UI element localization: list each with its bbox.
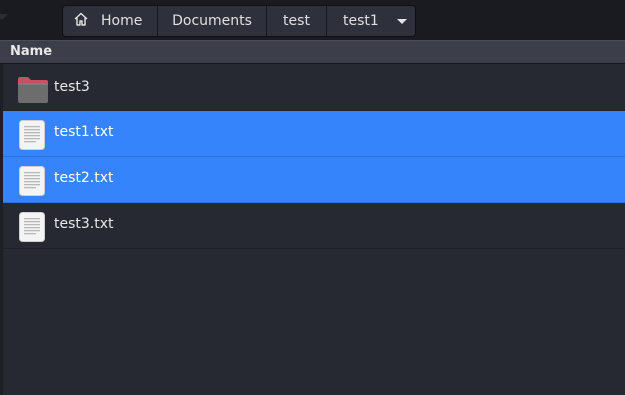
- column-header: Name: [0, 40, 625, 64]
- file-row-test3-txt[interactable]: test3.txt: [3, 203, 625, 249]
- breadcrumb-home[interactable]: Home: [63, 6, 158, 36]
- back-arrow-icon[interactable]: [0, 14, 8, 20]
- path-bar: Home Documents test test1: [62, 5, 416, 37]
- text-file-icon: [19, 212, 45, 246]
- breadcrumb-home-label: Home: [101, 13, 143, 29]
- breadcrumb-test-label: test: [283, 13, 310, 29]
- folder-icon: [17, 76, 49, 108]
- file-row-test3[interactable]: test3: [3, 66, 625, 111]
- header-bar: Home Documents test test1: [0, 0, 625, 40]
- name-column-header[interactable]: Name: [10, 44, 52, 59]
- file-list: test3 test1.txt test2.txt test3.txt: [3, 66, 625, 249]
- text-file-icon: [19, 166, 45, 200]
- file-row-test2-txt[interactable]: test2.txt: [3, 157, 625, 203]
- file-name: test1.txt: [54, 124, 114, 140]
- breadcrumb-test1[interactable]: test1: [327, 6, 415, 36]
- file-manager-window: Home Documents test test1 Name test3 tes…: [0, 0, 625, 395]
- breadcrumb-documents-label: Documents: [172, 13, 252, 29]
- breadcrumb-test1-label: test1: [343, 13, 379, 29]
- file-name: test3.txt: [54, 216, 114, 232]
- breadcrumb-documents[interactable]: Documents: [158, 6, 267, 36]
- text-file-icon: [19, 120, 45, 154]
- chevron-down-icon[interactable]: [396, 18, 407, 24]
- file-row-test1-txt[interactable]: test1.txt: [3, 111, 625, 157]
- file-name: test2.txt: [54, 170, 114, 186]
- file-name: test3: [54, 79, 90, 95]
- breadcrumb-test[interactable]: test: [267, 6, 327, 36]
- home-icon: [73, 11, 89, 31]
